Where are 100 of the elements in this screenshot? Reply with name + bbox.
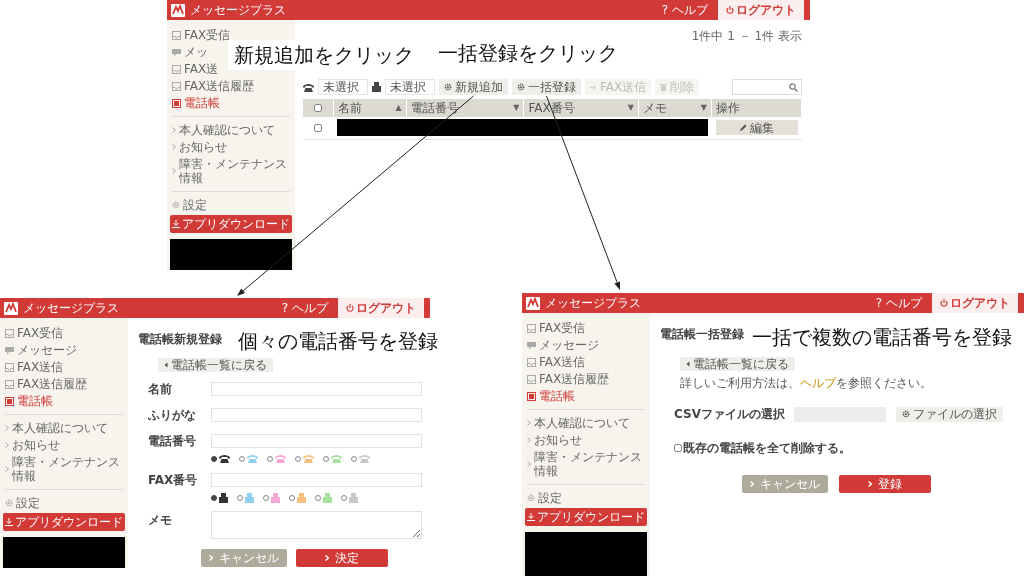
sort-indicator: ▼ xyxy=(627,102,634,114)
tray-icon xyxy=(5,328,14,338)
chevron-icon xyxy=(527,420,531,426)
download-button[interactable]: アプリダウンロード xyxy=(3,513,125,531)
sidebar-item[interactable]: メッセージ xyxy=(3,343,77,357)
filter-select[interactable]: 未選択 xyxy=(385,79,435,95)
text-field[interactable] xyxy=(211,382,422,396)
logo-icon xyxy=(171,3,185,17)
tray-icon xyxy=(5,379,14,389)
download-button[interactable]: アプリダウンロード xyxy=(170,215,292,233)
logout-button[interactable]: ログアウト xyxy=(338,298,424,318)
field-label: 名前 xyxy=(148,381,173,398)
power-icon xyxy=(346,304,354,312)
sidebar-item[interactable]: 本人確認について xyxy=(3,421,108,435)
download-button[interactable]: アプリダウンロード xyxy=(525,508,647,526)
sidebar-item[interactable]: FAX受信 xyxy=(525,321,586,335)
download-icon xyxy=(172,220,180,228)
chevron-icon xyxy=(325,555,329,561)
sidebar-item[interactable]: FAX送信 xyxy=(3,360,64,374)
sidebar-item[interactable]: 電話帳 xyxy=(170,96,220,110)
phone-icon xyxy=(303,82,314,92)
power-icon xyxy=(726,6,734,14)
text-field[interactable] xyxy=(211,408,422,422)
sidebar-item[interactable]: FAX送 xyxy=(170,62,219,76)
sidebar-item[interactable]: お知らせ xyxy=(3,438,60,452)
tray-icon xyxy=(172,81,181,91)
sidebar-item[interactable]: お知らせ xyxy=(525,433,582,447)
gear-icon xyxy=(5,499,13,507)
toolbar-button[interactable]: 新規追加 xyxy=(439,79,508,95)
help-link[interactable]: ? ヘルプ xyxy=(865,294,932,312)
page-title: 電話帳新規登録 xyxy=(138,331,222,348)
checkbox[interactable] xyxy=(314,123,322,132)
sidebar-item[interactable]: FAX送信履歴 xyxy=(3,377,88,391)
help-link[interactable]: ヘルプ xyxy=(800,376,836,390)
help-link[interactable]: ? ヘルプ xyxy=(271,299,338,317)
tray-icon xyxy=(527,374,536,384)
gear-icon xyxy=(527,494,535,502)
field-label: FAX番号 xyxy=(148,472,199,489)
sidebar-item[interactable]: FAX送信 xyxy=(525,355,586,369)
sidebar-item[interactable]: メッセージ xyxy=(525,338,599,352)
sort-indicator: ▼ xyxy=(513,102,520,114)
field-label: CSVファイルの選択 xyxy=(674,406,786,423)
sidebar-item[interactable]: FAX受信 xyxy=(170,28,231,42)
chevron-icon xyxy=(172,168,176,174)
gear-icon xyxy=(172,201,180,209)
checkbox[interactable] xyxy=(674,444,682,452)
file-select-button[interactable]: ファイルの選択 xyxy=(896,406,1003,422)
submit-button[interactable]: 登録 xyxy=(839,475,931,493)
back-icon xyxy=(164,362,168,368)
radio-button[interactable] xyxy=(211,495,217,501)
filter-select[interactable]: 未選択 xyxy=(318,79,368,95)
tray-icon xyxy=(527,357,536,367)
logout-button[interactable]: ログアウト xyxy=(718,0,804,20)
book-icon xyxy=(5,396,14,406)
sidebar-item[interactable]: 障害・メンテナンス情報 xyxy=(525,450,647,478)
sidebar-item[interactable]: メッ xyxy=(170,45,208,59)
book-icon xyxy=(172,98,181,108)
sidebar-item[interactable]: FAX送信履歴 xyxy=(170,79,255,93)
checkbox[interactable] xyxy=(313,104,322,112)
sidebar-item[interactable]: 電話帳 xyxy=(3,394,53,408)
toolbar-button[interactable]: 一括登録 xyxy=(512,79,581,95)
sidebar-item[interactable]: 本人確認について xyxy=(170,123,275,137)
logout-button[interactable]: ログアウト xyxy=(932,293,1018,313)
sidebar-item[interactable]: 設定 xyxy=(525,491,562,505)
page-title: 電話帳一括登録 xyxy=(660,326,744,343)
tray-icon xyxy=(172,64,181,74)
edit-button[interactable]: 編集 xyxy=(715,120,798,136)
radio-button[interactable] xyxy=(211,455,217,462)
checkbox-label: 既存の電話帳を全て削除する。 xyxy=(683,440,851,457)
app-name: メッセージプラス xyxy=(23,300,119,317)
sidebar-item[interactable]: 設定 xyxy=(170,198,207,212)
back-button[interactable]: 電話帳一覧に戻る xyxy=(158,358,273,372)
submit-button[interactable]: 決定 xyxy=(296,549,388,567)
help-link[interactable]: ? ヘルプ xyxy=(651,1,718,19)
gear-icon xyxy=(444,83,452,91)
sidebar-item[interactable]: FAX送信履歴 xyxy=(525,372,610,386)
chevron-icon xyxy=(172,144,176,150)
sidebar-item[interactable]: FAX受信 xyxy=(3,326,64,340)
sidebar-item[interactable]: 障害・メンテナンス情報 xyxy=(170,157,292,185)
app-name: メッセージプラス xyxy=(190,2,286,19)
sidebar-item[interactable]: 障害・メンテナンス情報 xyxy=(3,455,125,483)
sidebar-item[interactable]: 電話帳 xyxy=(525,389,575,403)
search-icon xyxy=(789,82,798,92)
sidebar-item[interactable]: 本人確認について xyxy=(525,416,630,430)
field-label: メモ xyxy=(148,512,173,529)
chevron-icon xyxy=(750,481,754,487)
chevron-icon xyxy=(868,481,872,487)
text-field[interactable] xyxy=(211,434,422,448)
field-label: ふりがな xyxy=(148,407,197,424)
chevron-icon xyxy=(527,437,531,443)
gear-icon xyxy=(902,410,910,418)
memo-field[interactable] xyxy=(211,511,422,539)
book-icon xyxy=(527,391,536,401)
sidebar-item[interactable]: 設定 xyxy=(3,496,40,510)
logo-icon xyxy=(526,296,540,310)
text-field[interactable] xyxy=(211,473,422,487)
back-button[interactable]: 電話帳一覧に戻る xyxy=(680,357,795,371)
chat-icon xyxy=(527,340,536,350)
search-field[interactable] xyxy=(732,79,802,95)
sidebar-item[interactable]: お知らせ xyxy=(170,140,227,154)
